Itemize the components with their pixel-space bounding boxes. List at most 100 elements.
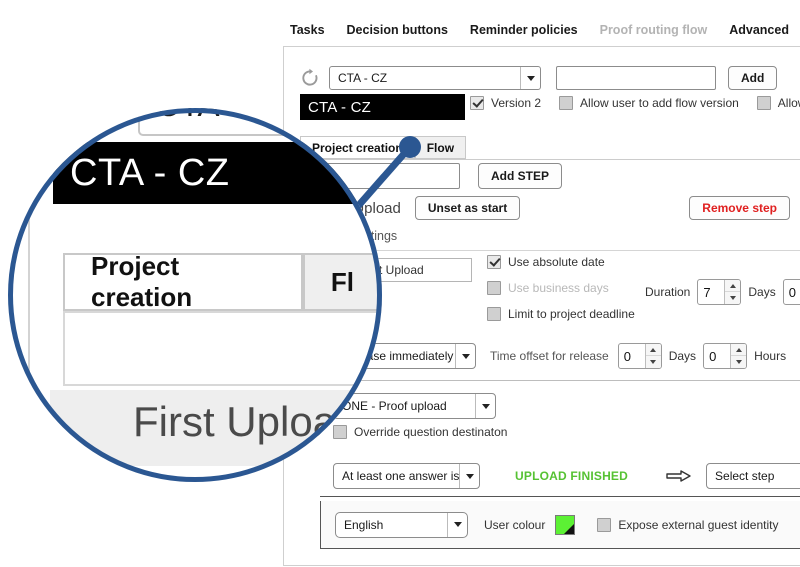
inner-tabs-divider — [300, 159, 800, 160]
flow-select[interactable]: CTA - CZ — [329, 66, 541, 90]
magnified-tab-project-creation: Project creation — [63, 251, 303, 312]
proof-select-value: ONE - Proof upload — [342, 399, 447, 413]
step-name-field[interactable]: First Upload — [352, 258, 472, 282]
answer-condition-value: At least one answer is — [342, 469, 459, 483]
screenshot-root: Tasks Decision buttons Reminder policies… — [0, 0, 800, 567]
step-name-input[interactable] — [300, 163, 460, 189]
tab-reminder-policies[interactable]: Reminder policies — [470, 23, 578, 37]
chevron-down-icon[interactable] — [447, 512, 467, 537]
time-offset-label: Time offset for release — [490, 349, 609, 363]
chevron-down-icon[interactable] — [520, 67, 540, 89]
remove-step-wrapper: Remove step — [689, 196, 790, 220]
duration-decrement-button[interactable] — [725, 292, 740, 304]
top-tabbar: Tasks Decision buttons Reminder policies… — [290, 19, 800, 41]
offset-hours-stepper[interactable]: 0 — [703, 343, 748, 369]
checkbox-allow-add-flow-version-box[interactable] — [559, 96, 574, 110]
offset-days-decrement-button[interactable] — [646, 356, 661, 368]
inner-tab-flow[interactable]: Flow — [414, 136, 467, 159]
checkbox-limit-to-project-deadline-box[interactable] — [487, 307, 501, 321]
checkbox-override-question-destination-box[interactable] — [333, 425, 347, 439]
checkbox-expose-guest-identity-label: Expose external guest identity — [618, 517, 779, 532]
offset-hours-increment-button[interactable] — [731, 344, 747, 356]
checkbox-use-business-days-label: Use business days — [508, 281, 609, 295]
language-select[interactable]: English — [335, 511, 468, 538]
checkbox-override-question-destination[interactable]: Override question destinaton — [333, 425, 507, 439]
new-flow-name-input[interactable] — [556, 66, 716, 90]
add-step-button[interactable]: Add STEP — [478, 163, 563, 189]
checkbox-version-2-box[interactable] — [470, 96, 484, 110]
offset-hours-stepper-buttons[interactable] — [730, 344, 747, 368]
checkbox-use-absolute-date-box[interactable] — [487, 255, 501, 269]
checkbox-allow-user-box[interactable] — [756, 96, 771, 110]
duration-row: Duration 7 Days 0 — [645, 279, 800, 305]
unset-as-start-button[interactable]: Unset as start — [414, 196, 521, 220]
duration-value[interactable]: 7 — [698, 280, 724, 304]
release-select[interactable]: Release immediately — [333, 343, 476, 369]
answer-condition-select[interactable]: At least one answer is — [333, 463, 480, 489]
offset-hours-value[interactable]: 0 — [704, 344, 730, 368]
magnified-partial-select-label: CTA - CZ — [156, 108, 291, 124]
step-title: First Upload — [320, 199, 401, 217]
destination-step-value: Select step — [715, 469, 775, 483]
duration-secondary-stepper[interactable]: 0 — [782, 279, 800, 305]
destination-step-select[interactable]: Select step — [706, 463, 800, 489]
release-row: Release immediately Time offset for rele… — [333, 343, 793, 369]
tab-tasks[interactable]: Tasks — [290, 23, 325, 37]
checkbox-override-question-destination-label: Override question destinaton — [354, 425, 508, 439]
add-step-row: Add STEP — [300, 163, 563, 189]
add-flow-button[interactable]: Add — [728, 66, 778, 90]
checkbox-expose-guest-identity-box[interactable] — [597, 517, 612, 532]
duration-unit-label: Days — [748, 285, 776, 299]
duration-increment-button[interactable] — [725, 280, 741, 292]
duration-secondary-value[interactable]: 0 — [784, 280, 800, 304]
offset-days-stepper[interactable]: 0 — [617, 343, 662, 369]
checkbox-use-absolute-date[interactable]: Use absolute date — [487, 255, 635, 269]
chevron-down-icon[interactable] — [459, 464, 479, 488]
checkbox-version-2-label: Version 2 — [491, 96, 542, 110]
offset-days-stepper-buttons[interactable] — [644, 344, 661, 368]
checkbox-limit-to-project-deadline[interactable]: Limit to project deadline — [487, 307, 635, 321]
offset-days-label: Days — [668, 349, 697, 363]
offset-hours-label: Hours — [754, 349, 787, 363]
flow-option-highlighted[interactable]: CTA - CZ — [300, 94, 465, 120]
tab-proof-routing-flow[interactable]: Proof routing flow — [600, 23, 708, 37]
duration-stepper[interactable]: 7 — [697, 279, 742, 305]
checkbox-use-business-days-box — [487, 281, 501, 295]
inner-tabbar: Project creation Flow — [300, 136, 467, 159]
refresh-icon[interactable] — [300, 68, 320, 88]
magnified-panel-edge — [28, 212, 30, 482]
answer-rule-row: At least one answer is UPLOAD FINISHED S… — [333, 463, 800, 489]
tab-advanced[interactable]: Advanced — [729, 23, 789, 37]
offset-hours-decrement-button[interactable] — [731, 356, 746, 368]
footer-row: English User colour Expose external gues… — [320, 501, 800, 549]
offset-days-value[interactable]: 0 — [619, 344, 645, 368]
user-colour-label: User colour — [484, 517, 546, 532]
chevron-down-icon[interactable] — [455, 344, 475, 368]
checkbox-allow-add-flow-version[interactable]: Allow user to add flow version — [559, 96, 739, 110]
duration-stepper-buttons[interactable] — [724, 280, 741, 304]
checkbox-allow-add-flow-version-label: Allow user to add flow version — [580, 96, 739, 110]
inner-tab-project-creation[interactable]: Project creation — [300, 136, 415, 159]
offset-days-increment-button[interactable] — [645, 344, 661, 356]
checkbox-limit-to-project-deadline-label: Limit to project deadline — [508, 307, 635, 321]
answer-status-badge: UPLOAD FINISHED — [515, 469, 629, 483]
checkbox-expose-guest-identity[interactable]: Expose external guest identity — [597, 517, 779, 532]
remove-step-button[interactable]: Remove step — [689, 196, 790, 220]
step-settings-label: Settings — [352, 229, 398, 243]
step-checkbox-column: Use absolute date Use business days Limi… — [487, 255, 635, 333]
checkbox-use-absolute-date-label: Use absolute date — [508, 255, 605, 269]
checkbox-version-2[interactable]: Version 2 — [470, 96, 541, 110]
chevron-down-icon[interactable] — [475, 394, 495, 418]
flow-select-value: CTA - CZ — [338, 71, 388, 85]
language-select-value: English — [344, 517, 384, 532]
proof-select[interactable]: ONE - Proof upload — [333, 393, 496, 419]
arrow-right-icon — [666, 469, 692, 483]
duration-label: Duration — [645, 285, 691, 299]
tab-decision-buttons[interactable]: Decision buttons — [347, 23, 448, 37]
section-divider-1 — [320, 380, 800, 381]
user-colour-swatch[interactable] — [555, 514, 576, 535]
step-header: First Upload Unset as start Remove step — [320, 196, 800, 220]
section-divider-2 — [320, 496, 800, 497]
checkbox-allow-user-label: Allow user — [777, 96, 800, 110]
checkbox-allow-user[interactable]: Allow user — [756, 96, 800, 110]
